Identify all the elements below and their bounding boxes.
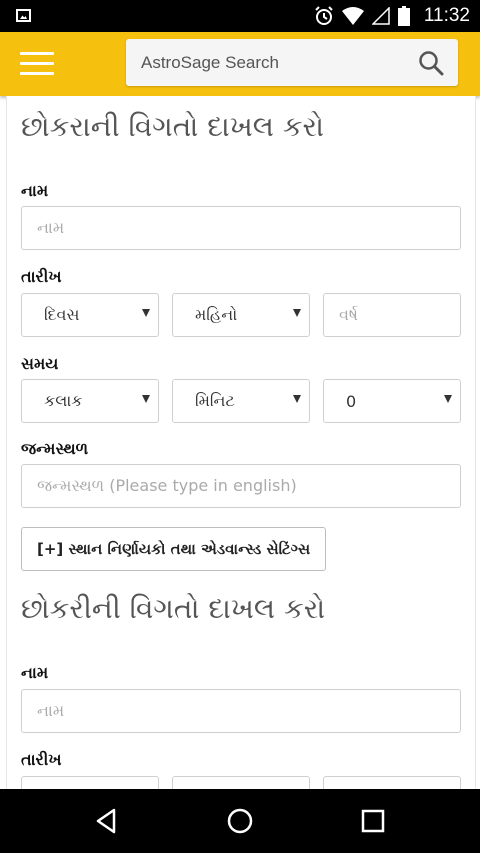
boy-minute-select-value: મિનિટ — [195, 391, 235, 410]
boy-hour-select-value: કલાક — [44, 391, 83, 410]
boy-day-select-value: દિવસ — [44, 305, 80, 324]
image-icon — [16, 9, 31, 22]
app-bar — [0, 32, 480, 96]
status-bar: 11:32 — [0, 0, 480, 32]
boy-second-select-value: 0 — [346, 391, 357, 411]
boy-date-label: તારીખ — [21, 267, 62, 286]
search-icon[interactable] — [418, 50, 444, 76]
chevron-down-icon — [293, 395, 301, 403]
girl-date-label: તારીખ — [21, 750, 62, 769]
battery-icon — [397, 6, 410, 26]
home-icon[interactable] — [226, 807, 254, 835]
alarm-icon — [315, 6, 333, 25]
chevron-down-icon — [293, 309, 301, 317]
status-time: 11:32 — [423, 5, 470, 26]
search-bar — [126, 39, 458, 86]
boy-birthplace-input[interactable]: જન્મસ્થળ (Please type in english) — [21, 464, 461, 508]
boy-day-select[interactable]: દિવસ — [21, 293, 159, 337]
form-container: છોકરાની વિગતો દાખલ કરો નામ નામ તારીખ દિવ… — [6, 96, 476, 820]
boy-birthplace-label: જન્મસ્થળ — [21, 439, 89, 458]
boy-section-title: છોકરાની વિગતો દાખલ કરો — [21, 110, 325, 143]
boy-month-select-value: મહિનો — [195, 305, 238, 324]
boy-hour-select[interactable]: કલાક — [21, 379, 159, 423]
boy-time-label: સમય — [21, 354, 59, 373]
status-icons: 11:32 — [314, 0, 470, 32]
boy-month-select[interactable]: મહિનો — [172, 293, 310, 337]
chevron-down-icon — [142, 309, 150, 317]
advanced-settings-button[interactable]: [+] સ્થાન નિર્ણાયકો તથા એડવાન્સ્ડ સેટિંગ… — [21, 527, 327, 571]
navigation-bar — [0, 789, 480, 853]
boy-year-input[interactable]: વર્ષ — [323, 293, 461, 337]
chevron-down-icon — [142, 395, 150, 403]
boy-second-select[interactable]: 0 — [323, 379, 461, 423]
back-icon[interactable] — [93, 807, 121, 835]
girl-name-input[interactable]: નામ — [21, 689, 461, 733]
search-input[interactable] — [126, 39, 396, 86]
boy-minute-select[interactable]: મિનિટ — [172, 379, 310, 423]
boy-name-label: નામ — [21, 181, 49, 200]
recents-icon[interactable] — [359, 807, 387, 835]
chevron-down-icon — [444, 395, 452, 403]
signal-icon — [371, 7, 390, 25]
wifi-icon — [341, 7, 364, 25]
boy-name-input[interactable]: નામ — [21, 206, 461, 250]
hamburger-menu-icon[interactable] — [20, 52, 54, 76]
girl-section-title: છોકરીની વિગતો દાખલ કરો — [21, 592, 326, 625]
girl-name-label: નામ — [21, 663, 49, 682]
